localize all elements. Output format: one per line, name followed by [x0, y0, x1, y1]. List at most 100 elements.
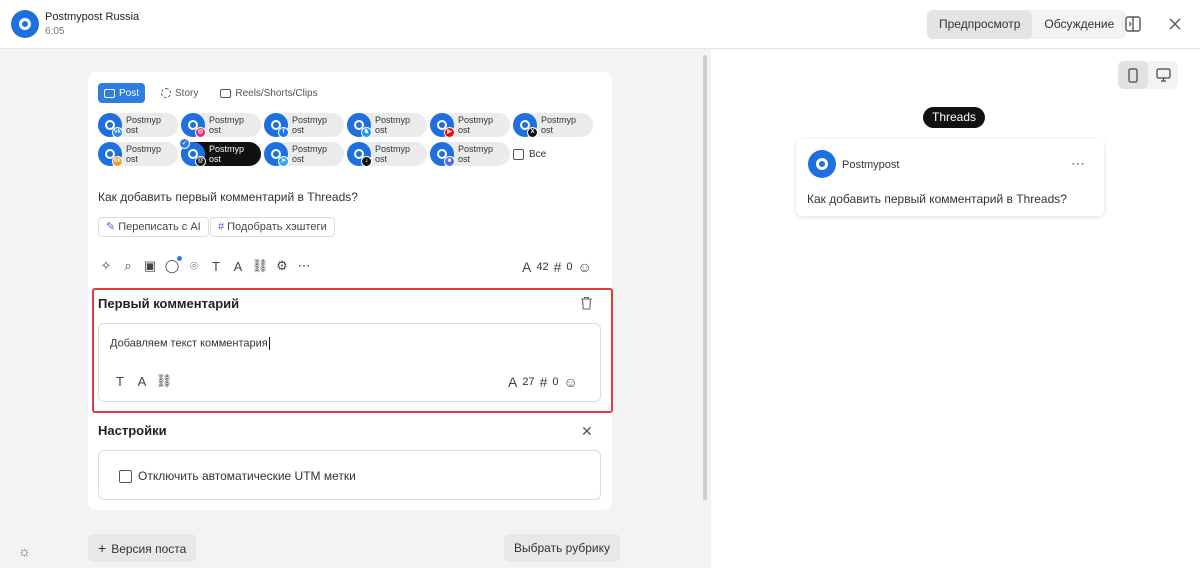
hashtag-icon: # [218, 221, 225, 233]
post-type-story[interactable]: Story [155, 83, 204, 103]
channel-label: Postmyp ost [458, 144, 494, 164]
choose-rubric-button[interactable]: Выбрать рубрику [504, 534, 620, 562]
vk-icon: vk [112, 127, 123, 138]
font-style-icon[interactable]: A [134, 373, 150, 389]
channel-label: Postmyp ost [292, 144, 328, 164]
channel-chip-threads[interactable]: @ ✓ Postmyp ost [179, 138, 261, 167]
close-icon[interactable] [1165, 14, 1185, 34]
channel-chip-bluesky[interactable]: ♞ Postmyp ost [347, 113, 427, 138]
link-icon[interactable]: ⛓ [252, 258, 269, 274]
channel-label: Postmyp ost [209, 144, 245, 164]
tab-preview[interactable]: Предпросмотр [927, 10, 1033, 39]
editor-scrollbar[interactable] [703, 55, 707, 500]
account-avatar[interactable] [11, 10, 39, 38]
post-type-reels[interactable]: Reels/Shorts/Clips [214, 83, 323, 103]
char-count: 42 [536, 261, 549, 273]
first-comment-text[interactable]: Добавляем текст комментария [110, 337, 270, 350]
check-icon: ✓ [179, 138, 190, 149]
hashtags-label: Подобрать хэштеги [227, 221, 327, 233]
add-version-label: Версия поста [111, 542, 187, 556]
preview-text: Как добавить первый комментарий в Thread… [807, 192, 1067, 206]
post-counters: A 42 # 0 ☺ [522, 259, 592, 275]
more-icon[interactable]: ⋯ [296, 258, 312, 274]
split-view-icon[interactable] [1123, 14, 1143, 34]
text-format-icon[interactable]: T [112, 373, 128, 389]
emoji-icon[interactable]: ☺ [564, 374, 578, 390]
phone-icon [1128, 67, 1138, 83]
monitor-icon [1155, 68, 1171, 82]
channel-label: Postmyp ost [126, 115, 162, 135]
channel-label: Postmyp ost [375, 115, 411, 135]
mobile-view-button[interactable] [1118, 61, 1148, 89]
post-type-post[interactable]: Post [98, 83, 146, 103]
post-type-selector: Post Story Reels/Shorts/Clips [98, 83, 324, 103]
comment-counters: A 27 # 0 ☺ [508, 374, 578, 390]
x-icon: X [527, 127, 538, 138]
device-toggle [1118, 61, 1178, 89]
tab-discussion[interactable]: Обсуждение [1032, 10, 1126, 39]
utm-label: Отключить автоматические UTM метки [138, 469, 356, 483]
char-count-icon: A [522, 259, 532, 275]
preview-network-badge[interactable]: Threads [923, 107, 986, 128]
channel-chip-vk[interactable]: vk Postmyp ost [98, 113, 178, 138]
youtube-icon: ▶ [444, 127, 455, 138]
attach-icon[interactable]: ⌕ [120, 258, 136, 274]
hashtag-count-icon: # [539, 374, 548, 390]
sun-icon[interactable]: ☼ [18, 543, 31, 559]
channel-chip-x[interactable]: X Postmyp ost [513, 113, 593, 138]
header: Postmypost Russia 6:05 Предпросмотр Обсу… [0, 0, 1200, 49]
reels-icon [220, 88, 232, 98]
desktop-view-button[interactable] [1148, 61, 1178, 89]
utm-toggle[interactable]: Отключить автоматические UTM метки [119, 469, 356, 483]
bluesky-icon: ♞ [361, 127, 372, 138]
char-count-icon: A [508, 374, 518, 390]
rewrite-ai-button[interactable]: ✎ Переписать с AI [98, 217, 209, 237]
post-type-label: Story [175, 87, 199, 99]
emoji-icon[interactable]: ☺ [578, 259, 592, 275]
comment-icon[interactable]: ◯ [164, 256, 182, 274]
channel-chip-youtube[interactable]: ▶ Postmyp ost [430, 113, 510, 138]
post-type-label: Reels/Shorts/Clips [235, 87, 318, 99]
select-all-channels[interactable]: Все [513, 149, 546, 160]
post-text[interactable]: Как добавить первый комментарий в Thread… [98, 190, 358, 204]
channel-chip-facebook[interactable]: f Postmyp ost [264, 113, 344, 138]
channel-chip-odnoklassniki[interactable]: ok Postmyp ost [98, 142, 178, 167]
location-icon[interactable]: ⌾ [186, 258, 202, 274]
trash-icon[interactable] [580, 296, 593, 310]
post-time: 6:05 [45, 26, 65, 37]
channel-label: Postmyp ost [375, 144, 411, 164]
media-icon[interactable]: ▣ [142, 258, 158, 274]
channel-label: Postmyp ost [126, 144, 162, 164]
odnoklassniki-icon: ok [112, 156, 123, 167]
close-icon[interactable]: ✕ [581, 423, 593, 440]
sparkle-icon[interactable]: ✧ [98, 258, 114, 274]
pen-sparkle-icon: ✎ [106, 221, 116, 233]
select-all-label: Все [529, 149, 547, 160]
select-all-checkbox[interactable] [513, 149, 524, 160]
telegram-icon: ➤ [278, 156, 289, 167]
post-icon [104, 88, 115, 98]
link-icon[interactable]: ⛓ [156, 373, 173, 389]
rewrite-ai-label: Переписать с AI [118, 221, 201, 233]
channel-chip-telegram[interactable]: ➤ Postmyp ost [264, 142, 344, 167]
settings-icon[interactable]: ⚙ [274, 258, 290, 274]
channel-label: Postmyp ost [541, 115, 577, 135]
text-format-icon[interactable]: T [208, 258, 224, 274]
utm-checkbox[interactable] [119, 469, 132, 483]
story-icon [161, 88, 172, 98]
hashtag-count-icon: # [553, 259, 562, 275]
tiktok-icon: ♪ [361, 156, 372, 167]
plus-icon: + [98, 540, 107, 556]
channel-chip-discord[interactable]: ☻ Postmyp ost [430, 142, 510, 167]
preview-author: Postmypost [842, 159, 900, 171]
hashtags-button[interactable]: # Подобрать хэштеги [210, 217, 335, 237]
first-comment-input[interactable] [98, 323, 601, 402]
add-version-button[interactable]: + Версия поста [88, 534, 197, 562]
channel-chip-tiktok[interactable]: ♪ Postmyp ost [347, 142, 427, 167]
channel-label: Postmyp ost [209, 115, 245, 135]
channel-chip-instagram[interactable]: ◎ Postmyp ost [181, 113, 261, 138]
font-style-icon[interactable]: A [230, 258, 246, 274]
char-count: 27 [522, 376, 535, 388]
more-icon[interactable]: ⋯ [1071, 155, 1086, 172]
post-toolbar: ✧ ⌕ ▣ ◯ ⌾ T A ⛓ ⚙ ⋯ [98, 256, 312, 274]
